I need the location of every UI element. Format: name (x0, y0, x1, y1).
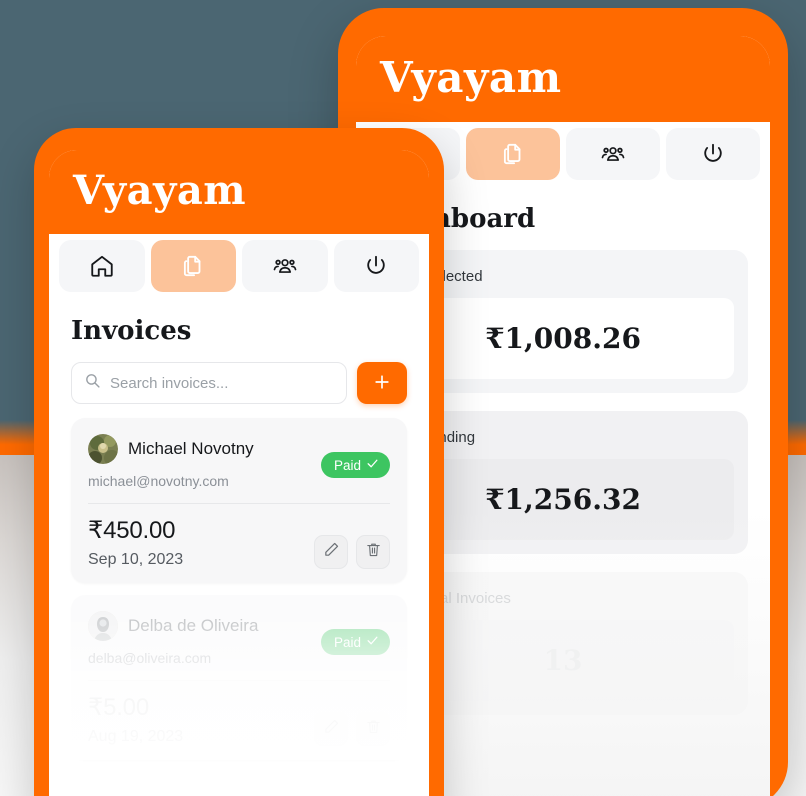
documents-icon (500, 141, 526, 167)
delete-invoice-button[interactable] (356, 535, 390, 569)
avatar (88, 434, 118, 464)
invoice-date: Aug 19, 2023 (88, 728, 184, 745)
front-phone-mockup: Vyayam Invoices Search invoices... Micha… (34, 128, 444, 796)
back-nav-item-logout[interactable] (666, 128, 760, 181)
search-row: Search invoices... (71, 362, 407, 404)
front-nav-item-home[interactable] (59, 240, 145, 292)
pencil-icon (323, 718, 340, 740)
delete-invoice-button[interactable] (356, 712, 390, 746)
back-nav-item-customers[interactable] (566, 128, 660, 181)
front-nav-bar (49, 234, 429, 302)
invoice-card-bottom: ₹450.00 Sep 10, 2023 (88, 516, 390, 569)
invoice-list: Michael Novotny michael@novotny.com Paid (49, 418, 429, 760)
search-icon (84, 372, 101, 394)
back-app-header: Vyayam (356, 36, 770, 123)
edit-invoice-button[interactable] (314, 712, 348, 746)
invoices-body: Invoices Search invoices... Michael Novo… (49, 302, 429, 760)
invoice-amount-block: ₹5.00 Aug 19, 2023 (88, 693, 314, 746)
stat-pending-value: ₹1,256.32 (485, 483, 641, 517)
invoice-customer-name: Delba de Oliveira (128, 616, 259, 635)
page-title: Invoices (71, 316, 192, 346)
back-app-title: Vyayam (380, 53, 562, 102)
back-nav-item-invoices[interactable] (466, 128, 560, 181)
invoice-amount: ₹5.00 (88, 694, 149, 721)
trash-icon (365, 718, 382, 740)
home-icon (89, 253, 115, 279)
users-icon (600, 141, 626, 167)
invoice-card[interactable]: Michael Novotny michael@novotny.com Paid (71, 418, 407, 583)
invoice-card-top: Delba de Oliveira delba@oliveira.com Pai… (88, 611, 390, 666)
add-invoice-button[interactable] (357, 362, 407, 404)
front-app-title: Vyayam (73, 167, 247, 214)
invoice-actions (314, 712, 390, 746)
invoice-customer-email: delba@oliveira.com (88, 650, 212, 666)
invoice-amount-block: ₹450.00 Sep 10, 2023 (88, 516, 314, 569)
search-input[interactable]: Search invoices... (71, 362, 347, 404)
status-badge-label: Paid (333, 457, 361, 473)
invoice-amount: ₹450.00 (88, 517, 176, 544)
plus-icon (372, 372, 392, 395)
front-nav-item-customers[interactable] (242, 240, 328, 292)
screenshot-stage: Vyayam Dashboard Collected ₹1,008.26 Pen… (0, 0, 806, 796)
invoice-date: Sep 10, 2023 (88, 551, 184, 568)
power-icon (363, 253, 389, 279)
status-badge-label: Paid (333, 634, 361, 650)
stat-collected-value: ₹1,008.26 (485, 322, 641, 356)
documents-icon (180, 253, 206, 279)
check-icon (366, 457, 379, 473)
invoice-card-top: Michael Novotny michael@novotny.com Paid (88, 434, 390, 489)
power-icon (700, 141, 726, 167)
check-icon (366, 634, 379, 650)
invoice-customer-email: michael@novotny.com (88, 473, 229, 489)
invoice-customer-name: Michael Novotny (128, 439, 254, 458)
invoice-customer-block: Michael Novotny michael@novotny.com (88, 434, 321, 489)
avatar (88, 611, 118, 641)
users-icon (272, 253, 298, 279)
invoice-name-row: Michael Novotny (88, 434, 321, 464)
edit-invoice-button[interactable] (314, 535, 348, 569)
stat-total-value: 13 (543, 644, 583, 678)
card-divider (88, 680, 390, 681)
front-phone-screen: Vyayam Invoices Search invoices... Micha… (49, 150, 429, 796)
front-app-header: Vyayam (49, 150, 429, 234)
status-badge: Paid (320, 629, 390, 655)
trash-icon (365, 541, 382, 563)
invoice-card-bottom: ₹5.00 Aug 19, 2023 (88, 693, 390, 746)
invoice-card[interactable]: Delba de Oliveira delba@oliveira.com Pai… (71, 595, 407, 760)
front-nav-item-invoices[interactable] (150, 240, 236, 292)
invoice-name-row: Delba de Oliveira (88, 611, 321, 641)
search-placeholder: Search invoices... (110, 374, 229, 392)
invoice-actions (314, 535, 390, 569)
front-nav-item-logout[interactable] (333, 240, 419, 292)
card-divider (88, 503, 390, 504)
invoice-customer-block: Delba de Oliveira delba@oliveira.com (88, 611, 321, 666)
status-badge: Paid (320, 452, 390, 478)
pencil-icon (323, 541, 340, 563)
